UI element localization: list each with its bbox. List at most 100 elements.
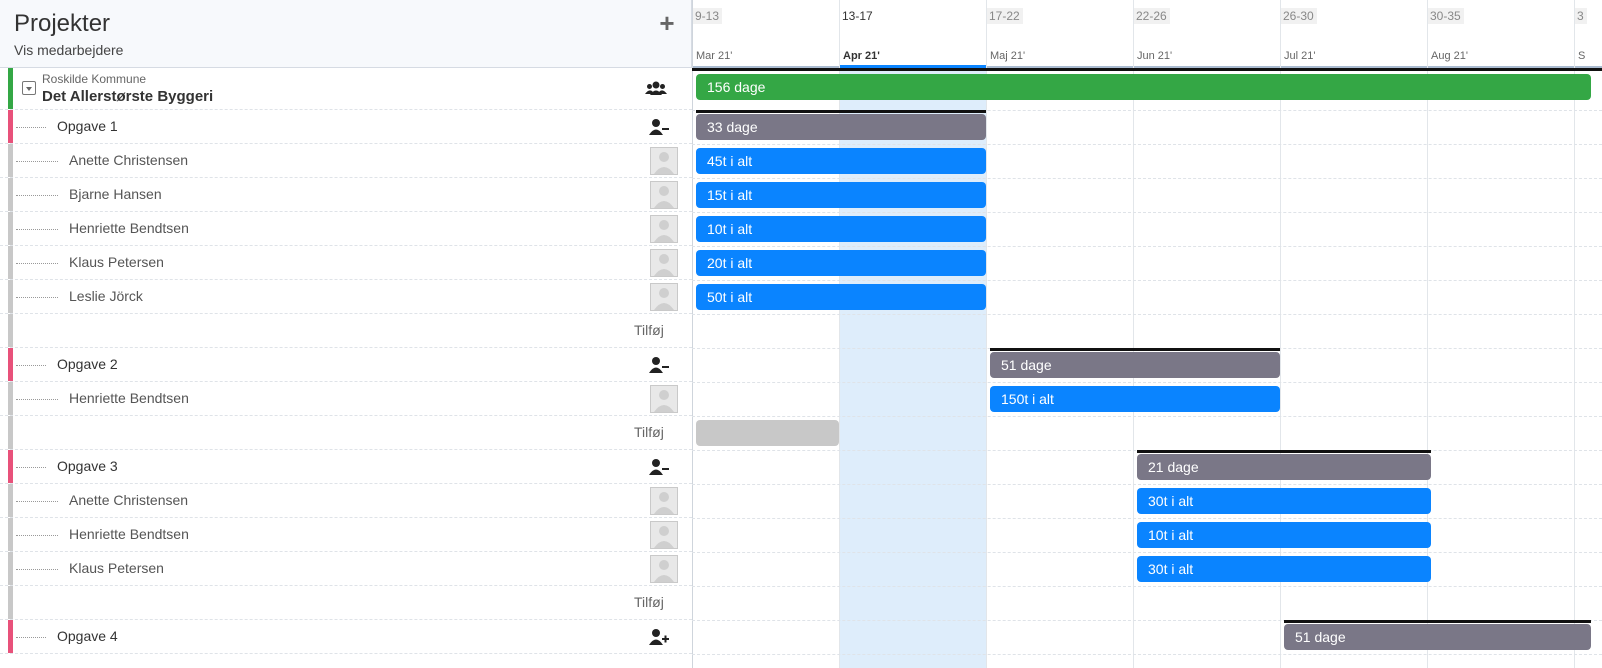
person-bar[interactable]: 10t i alt [696,216,986,242]
task-name: Opgave 4 [57,628,118,644]
week-label-current: 13-17 [839,8,876,24]
person-name: Henriette Bendtsen [69,390,189,406]
person-bar[interactable]: 30t i alt [1137,556,1431,582]
project-span-line [692,68,1602,71]
task-span-line [1137,450,1431,453]
placeholder-avatar-icon [650,555,678,583]
project-bar[interactable]: 156 dage [696,74,1591,100]
task-accent [8,620,13,653]
month-label: S [1578,50,1586,62]
person-name: Henriette Bendtsen [69,526,189,542]
placeholder-avatar-icon [650,487,678,515]
add-project-button[interactable]: + [655,10,679,36]
user-minus-icon[interactable] [648,118,670,138]
task-bar[interactable]: 51 dage [1284,624,1591,650]
add-row: Tilføj [0,586,692,620]
week-label: 17-22 [986,8,1023,24]
grid-line [986,0,987,668]
month-label: Jun 21' [1137,50,1173,62]
task-bar[interactable]: 33 dage [696,114,986,140]
row-divider [692,552,1602,553]
row-divider [692,314,1602,315]
task-name: Opgave 1 [57,118,118,134]
person-bar[interactable]: 45t i alt [696,148,986,174]
month-label: Aug 21' [1431,50,1468,62]
user-minus-icon[interactable] [648,458,670,478]
task-span-line [1284,620,1591,623]
month-label: Maj 21' [990,50,1026,62]
row-divider [692,484,1602,485]
collapse-icon[interactable] [22,81,36,95]
person-accent [8,552,13,585]
task-bar[interactable]: 21 dage [1137,454,1431,480]
tree-connector [16,467,46,468]
person-name: Henriette Bendtsen [69,220,189,236]
task-name: Opgave 2 [57,356,118,372]
person-bar[interactable]: 15t i alt [696,182,986,208]
person-row[interactable]: Henriette Bendtsen [0,518,692,552]
user-minus-icon[interactable] [648,356,670,376]
tree-connector [16,569,58,570]
show-employees-link[interactable]: Vis medarbejdere [14,42,123,58]
row-divider [692,518,1602,519]
person-bar[interactable]: 50t i alt [696,284,986,310]
person-bar[interactable]: 150t i alt [990,386,1280,412]
row-divider [692,280,1602,281]
placeholder-avatar-icon [650,521,678,549]
task-accent [8,348,13,381]
person-bar[interactable]: 30t i alt [1137,488,1431,514]
add-person-link[interactable]: Tilføj [634,424,664,440]
task-bar[interactable]: 51 dage [990,352,1280,378]
person-row[interactable]: Anette Christensen [0,144,692,178]
task-row[interactable]: Opgave 3 [0,450,692,484]
person-row[interactable]: Bjarne Hansen [0,178,692,212]
tree-connector [16,297,58,298]
person-accent [8,314,13,347]
row-divider [692,144,1602,145]
tree-connector [16,501,58,502]
tree-connector [16,637,46,638]
users-icon[interactable] [645,80,667,100]
task-row[interactable]: Opgave 1 [0,110,692,144]
add-person-link[interactable]: Tilføj [634,594,664,610]
task-name: Opgave 3 [57,458,118,474]
add-person-link[interactable]: Tilføj [634,322,664,338]
user-plus-icon[interactable] [648,628,670,648]
panel-header: Projekter Vis medarbejdere + [0,0,692,68]
person-accent [8,586,13,619]
person-row[interactable]: Klaus Petersen [0,246,692,280]
row-divider [692,178,1602,179]
tree-connector [16,535,58,536]
person-row[interactable]: Henriette Bendtsen [0,212,692,246]
project-row[interactable]: Roskilde Kommune Det Allerstørste Bygger… [0,68,692,110]
person-name: Anette Christensen [69,152,189,168]
row-divider [692,382,1602,383]
person-name: Klaus Petersen [69,254,164,270]
row-divider [692,246,1602,247]
task-row[interactable]: Opgave 4 [0,620,692,654]
plus-icon: + [659,8,675,38]
person-accent [8,382,13,415]
row-divider [692,212,1602,213]
project-name: Det Allerstørste Byggeri [42,88,214,105]
tree-connector [16,195,58,196]
person-accent [8,484,13,517]
person-bar[interactable]: 10t i alt [1137,522,1431,548]
person-row[interactable]: Anette Christensen [0,484,692,518]
grid-line [1133,0,1134,668]
person-bar[interactable]: 20t i alt [696,250,986,276]
person-row[interactable]: Klaus Petersen [0,552,692,586]
empty-placeholder-bar[interactable] [696,420,839,446]
week-label: 26-30 [1280,8,1317,24]
row-divider [692,416,1602,417]
person-row[interactable]: Leslie Jörck [0,280,692,314]
task-span-line [990,348,1280,351]
week-label: 22-26 [1133,8,1170,24]
tree-connector [16,229,58,230]
task-row[interactable]: Opgave 2 [0,348,692,382]
grid-line [1574,0,1575,668]
placeholder-avatar-icon [650,147,678,175]
person-row[interactable]: Henriette Bendtsen [0,382,692,416]
row-divider [692,654,1602,655]
person-name: Anette Christensen [69,492,189,508]
